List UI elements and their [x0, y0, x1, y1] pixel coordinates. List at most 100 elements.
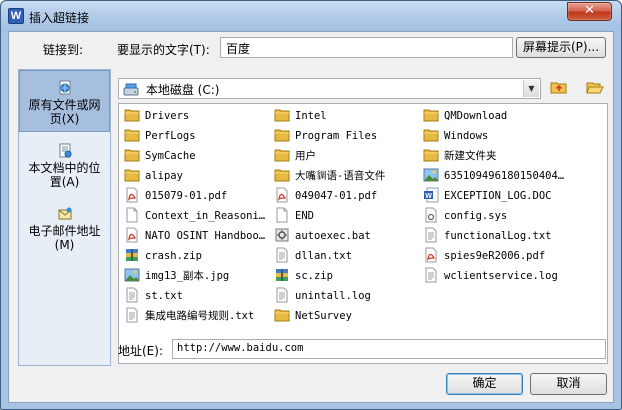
- file-name: dllan.txt: [295, 250, 352, 262]
- file-name: Program Files: [295, 130, 378, 142]
- file-item[interactable]: sc.zip: [274, 267, 419, 284]
- close-button[interactable]: ✕: [567, 2, 612, 21]
- file-item[interactable]: 015079-01.pdf: [124, 187, 269, 204]
- file-name: sc.zip: [295, 270, 333, 282]
- look-in-dropdown[interactable]: 本地磁盘 (C:) ▼: [118, 78, 541, 99]
- folder-icon: [423, 109, 439, 122]
- window-title: 插入超链接: [29, 11, 90, 25]
- file-name: EXCEPTION_LOG.DOC: [444, 190, 552, 202]
- file-item[interactable]: 049047-01.pdf: [274, 187, 419, 204]
- folder-item[interactable]: QMDownload: [423, 107, 568, 124]
- folder-icon: [124, 149, 140, 162]
- file-item[interactable]: Context_in_Reasoni…: [124, 207, 269, 224]
- globe-page-icon: [59, 80, 70, 95]
- folder-item[interactable]: Program Files: [274, 127, 419, 144]
- up-one-folder-button[interactable]: [547, 78, 571, 100]
- text-icon: [425, 267, 437, 283]
- folder-item[interactable]: Drivers: [124, 107, 269, 124]
- zip-icon: [276, 269, 288, 281]
- file-name: config.sys: [444, 210, 508, 222]
- file-name: NATO OSINT Handboo…: [145, 230, 266, 242]
- file-name: autoexec.bat: [295, 230, 371, 242]
- folder-up-icon: [550, 82, 567, 94]
- file-item[interactable]: functionalLog.txt: [423, 227, 568, 244]
- blank-icon: [126, 207, 138, 223]
- title-bar[interactable]: W 插入超链接 ✕: [1, 1, 621, 31]
- folder-icon: [423, 129, 439, 142]
- file-name: 635109496180150404…: [444, 170, 565, 182]
- zip-icon: [126, 249, 138, 261]
- image-icon: [423, 168, 439, 182]
- file-item[interactable]: END: [274, 207, 419, 224]
- file-name: unintall.log: [295, 290, 371, 302]
- folder-icon: [423, 149, 439, 162]
- file-name: 049047-01.pdf: [295, 190, 378, 202]
- folder-icon: [124, 169, 140, 182]
- folder-item[interactable]: NetSurvey: [274, 307, 419, 324]
- cancel-button[interactable]: 取消: [530, 373, 607, 395]
- nav-item-place-in-document[interactable]: 本文档中的位 置(A): [19, 143, 110, 193]
- browse-file-button[interactable]: [583, 78, 607, 100]
- file-name: 新建文件夹: [444, 150, 497, 162]
- display-text-input[interactable]: 百度: [220, 37, 513, 58]
- file-name: functionalLog.txt: [444, 230, 552, 242]
- file-item[interactable]: dllan.txt: [274, 247, 419, 264]
- file-name: Context_in_Reasoni…: [145, 210, 266, 222]
- file-name: 015079-01.pdf: [145, 190, 228, 202]
- file-name: Drivers: [145, 110, 190, 122]
- file-item[interactable]: 635109496180150404…: [423, 167, 568, 184]
- folder-item[interactable]: alipay: [124, 167, 269, 184]
- folder-item[interactable]: Intel: [274, 107, 419, 124]
- folder-item[interactable]: 新建文件夹: [423, 147, 568, 164]
- folder-item[interactable]: 大嘴𧳜语-语音文件: [274, 167, 419, 184]
- file-item[interactable]: autoexec.bat: [274, 227, 419, 244]
- file-item[interactable]: W EXCEPTION_LOG.DOC: [423, 187, 568, 204]
- screentip-button[interactable]: 屏幕提示(P)...: [516, 37, 606, 58]
- file-item[interactable]: wclientservice.log: [423, 267, 568, 284]
- folder-item[interactable]: Windows: [423, 127, 568, 144]
- nav-item-label-2: 页(X): [49, 112, 80, 126]
- file-name: alipay: [145, 170, 183, 182]
- folder-icon: [274, 309, 290, 322]
- file-item[interactable]: img13_副本.jpg: [124, 267, 269, 284]
- file-item[interactable]: unintall.log: [274, 287, 419, 304]
- text-icon: [276, 287, 288, 303]
- address-input[interactable]: http://www.baidu.com: [172, 339, 606, 359]
- nav-item-label-2: 置(A): [49, 175, 80, 189]
- ok-button[interactable]: 确定: [446, 373, 523, 395]
- sys-icon: [425, 207, 437, 223]
- pdf-icon: [425, 247, 437, 263]
- file-name: QMDownload: [444, 110, 508, 122]
- file-name: Windows: [444, 130, 489, 142]
- chevron-down-icon[interactable]: ▼: [523, 80, 539, 97]
- pdf-icon: [126, 187, 138, 203]
- folder-icon: [274, 109, 290, 122]
- bat-icon: [275, 228, 289, 242]
- nav-item-label: 本文档中的位: [28, 161, 101, 175]
- file-name: 大嘴𧳜语-语音文件: [295, 170, 386, 182]
- open-folder-icon: [586, 82, 604, 94]
- file-item[interactable]: spies9eR2006.pdf: [423, 247, 568, 264]
- file-item[interactable]: 集成电路编号规则.txt: [124, 307, 269, 324]
- file-list[interactable]: Drivers PerfLogs SymCache alipay 015079-01.p…: [118, 103, 608, 364]
- document-place-icon: [59, 143, 71, 158]
- file-name: img13_副本.jpg: [145, 270, 230, 282]
- folder-icon: [124, 109, 140, 122]
- folder-item[interactable]: 用户: [274, 147, 419, 164]
- nav-item-label: 原有文件或网: [28, 98, 101, 112]
- folder-icon: [274, 129, 290, 142]
- file-item[interactable]: NATO OSINT Handboo…: [124, 227, 269, 244]
- email-icon: [58, 207, 71, 220]
- nav-item-email-address[interactable]: 电子邮件地址 (M): [19, 206, 110, 256]
- display-text-label: 要显示的文字(T):: [117, 43, 210, 57]
- nav-item-label: 电子邮件地址: [28, 224, 101, 238]
- file-name: 集成电路编号规则.txt: [145, 310, 255, 322]
- folder-item[interactable]: SymCache: [124, 147, 269, 164]
- file-item[interactable]: st.txt: [124, 287, 269, 304]
- nav-item-existing-file[interactable]: 原有文件或网 页(X): [19, 70, 110, 132]
- file-item[interactable]: crash.zip: [124, 247, 269, 264]
- blank-icon: [276, 207, 288, 223]
- folder-item[interactable]: PerfLogs: [124, 127, 269, 144]
- file-item[interactable]: config.sys: [423, 207, 568, 224]
- address-label: 地址(E):: [118, 344, 163, 358]
